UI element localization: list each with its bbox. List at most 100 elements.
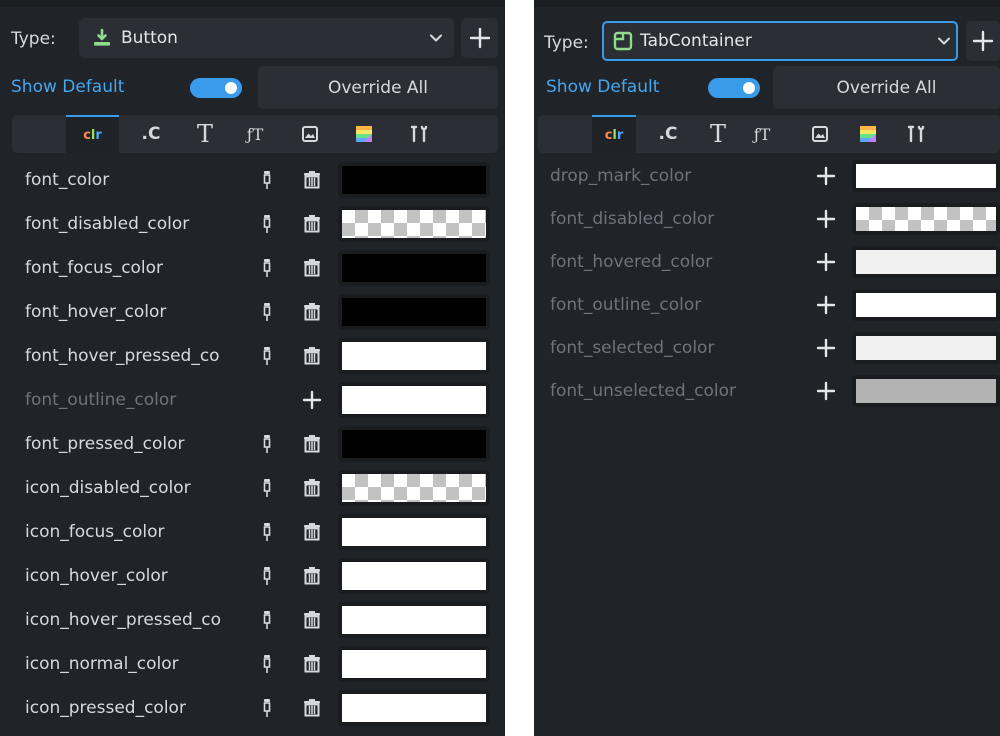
tab-type-properties[interactable] bbox=[398, 115, 440, 153]
override-all-button[interactable]: Override All bbox=[258, 66, 498, 109]
add-type-button[interactable] bbox=[966, 21, 1000, 61]
tab-fonts[interactable]: T bbox=[698, 115, 738, 153]
tab-colors[interactable]: clr bbox=[592, 115, 636, 153]
trash-icon[interactable] bbox=[303, 611, 321, 629]
color-picker-button[interactable] bbox=[852, 246, 1000, 278]
color-picker-button[interactable] bbox=[852, 160, 1000, 192]
show-default-label: Show Default bbox=[546, 77, 660, 97]
property-name: font_hover_pressed_co bbox=[25, 346, 220, 366]
list-item: font_selected_color bbox=[538, 328, 1000, 368]
color-picker-button[interactable] bbox=[338, 558, 490, 594]
list-item: font_focus_color bbox=[12, 248, 498, 288]
plus-icon[interactable] bbox=[816, 166, 836, 186]
trash-icon[interactable] bbox=[303, 259, 321, 277]
color-picker-button[interactable] bbox=[338, 382, 490, 418]
tab-type-properties[interactable] bbox=[896, 115, 936, 153]
color-picker-button[interactable] bbox=[338, 294, 490, 330]
pin-icon[interactable] bbox=[261, 478, 273, 498]
trash-icon[interactable] bbox=[303, 347, 321, 365]
image-tab-icon bbox=[812, 126, 828, 142]
trash-icon[interactable] bbox=[303, 215, 321, 233]
color-swatch bbox=[342, 210, 486, 238]
pin-icon[interactable] bbox=[261, 346, 273, 366]
tab-font-sizes[interactable]: ƒT bbox=[742, 115, 782, 153]
colors-tab-icon: clr bbox=[83, 127, 102, 143]
pin-icon[interactable] bbox=[261, 434, 273, 454]
tab-fonts[interactable]: T bbox=[184, 115, 226, 153]
constant-tab-icon: .C bbox=[658, 124, 678, 144]
plus-icon[interactable] bbox=[302, 390, 322, 410]
color-swatch bbox=[856, 164, 996, 188]
pin-icon[interactable] bbox=[261, 522, 273, 542]
override-all-button[interactable]: Override All bbox=[773, 66, 1000, 109]
trash-icon[interactable] bbox=[303, 655, 321, 673]
theme-editor-panel-button: Type: Button Show Default Override All c… bbox=[0, 0, 505, 736]
font-tab-icon: T bbox=[196, 120, 213, 148]
list-item: icon_disabled_color bbox=[12, 468, 498, 508]
pin-icon[interactable] bbox=[261, 698, 273, 718]
pin-icon[interactable] bbox=[261, 258, 273, 278]
color-picker-button[interactable] bbox=[338, 646, 490, 682]
font-size-tab-icon: ƒT bbox=[246, 124, 264, 144]
tab-icons[interactable] bbox=[289, 115, 331, 153]
image-tab-icon bbox=[302, 126, 318, 142]
type-select[interactable]: TabContainer bbox=[602, 21, 958, 61]
tab-styleboxes[interactable] bbox=[848, 115, 888, 153]
pin-icon[interactable] bbox=[261, 566, 273, 586]
panel-top-strip bbox=[0, 0, 505, 7]
tab-styleboxes[interactable] bbox=[343, 115, 385, 153]
pin-icon[interactable] bbox=[261, 214, 273, 234]
show-default-toggle[interactable] bbox=[708, 78, 760, 98]
tab-constants[interactable]: .C bbox=[130, 115, 172, 153]
color-picker-button[interactable] bbox=[338, 514, 490, 550]
color-picker-button[interactable] bbox=[338, 206, 490, 242]
color-picker-button[interactable] bbox=[338, 162, 490, 198]
color-picker-button[interactable] bbox=[338, 470, 490, 506]
property-name: font_outline_color bbox=[25, 390, 177, 410]
tab-colors[interactable]: clr bbox=[66, 115, 119, 153]
trash-icon[interactable] bbox=[303, 303, 321, 321]
trash-icon[interactable] bbox=[303, 523, 321, 541]
plus-icon[interactable] bbox=[816, 338, 836, 358]
color-picker-button[interactable] bbox=[852, 332, 1000, 364]
property-name: font_hovered_color bbox=[550, 252, 713, 272]
panel-top-strip bbox=[534, 0, 1000, 7]
pin-icon[interactable] bbox=[261, 302, 273, 322]
type-select-value: Button bbox=[121, 28, 178, 48]
trash-icon[interactable] bbox=[303, 435, 321, 453]
plus-icon[interactable] bbox=[816, 252, 836, 272]
color-swatch bbox=[342, 342, 486, 370]
trash-icon[interactable] bbox=[303, 171, 321, 189]
list-item: drop_mark_color bbox=[538, 156, 1000, 196]
color-picker-button[interactable] bbox=[338, 602, 490, 638]
color-picker-button[interactable] bbox=[852, 375, 1000, 407]
tab-icons[interactable] bbox=[800, 115, 840, 153]
trash-icon[interactable] bbox=[303, 567, 321, 585]
color-picker-button[interactable] bbox=[338, 338, 490, 374]
color-swatch bbox=[342, 606, 486, 634]
trash-icon[interactable] bbox=[303, 699, 321, 717]
tab-constants[interactable]: .C bbox=[648, 115, 688, 153]
color-picker-button[interactable] bbox=[338, 426, 490, 462]
list-item: font_outline_color bbox=[538, 285, 1000, 325]
show-default-toggle[interactable] bbox=[190, 78, 242, 98]
font-size-tab-icon: ƒT bbox=[753, 124, 771, 144]
plus-icon[interactable] bbox=[816, 209, 836, 229]
color-swatch bbox=[342, 386, 486, 414]
type-label: Type: bbox=[544, 33, 589, 53]
list-item: font_disabled_color bbox=[538, 199, 1000, 239]
tab-font-sizes[interactable]: ƒT bbox=[234, 115, 276, 153]
plus-icon[interactable] bbox=[816, 295, 836, 315]
type-select[interactable]: Button bbox=[79, 18, 454, 58]
pin-icon[interactable] bbox=[261, 610, 273, 630]
color-picker-button[interactable] bbox=[338, 250, 490, 286]
plus-icon[interactable] bbox=[816, 381, 836, 401]
pin-icon[interactable] bbox=[261, 170, 273, 190]
add-type-button[interactable] bbox=[461, 18, 498, 58]
color-picker-button[interactable] bbox=[338, 690, 490, 726]
trash-icon[interactable] bbox=[303, 479, 321, 497]
color-picker-button[interactable] bbox=[852, 289, 1000, 321]
color-picker-button[interactable] bbox=[852, 203, 1000, 235]
pin-icon[interactable] bbox=[261, 654, 273, 674]
property-name: font_outline_color bbox=[550, 295, 702, 315]
